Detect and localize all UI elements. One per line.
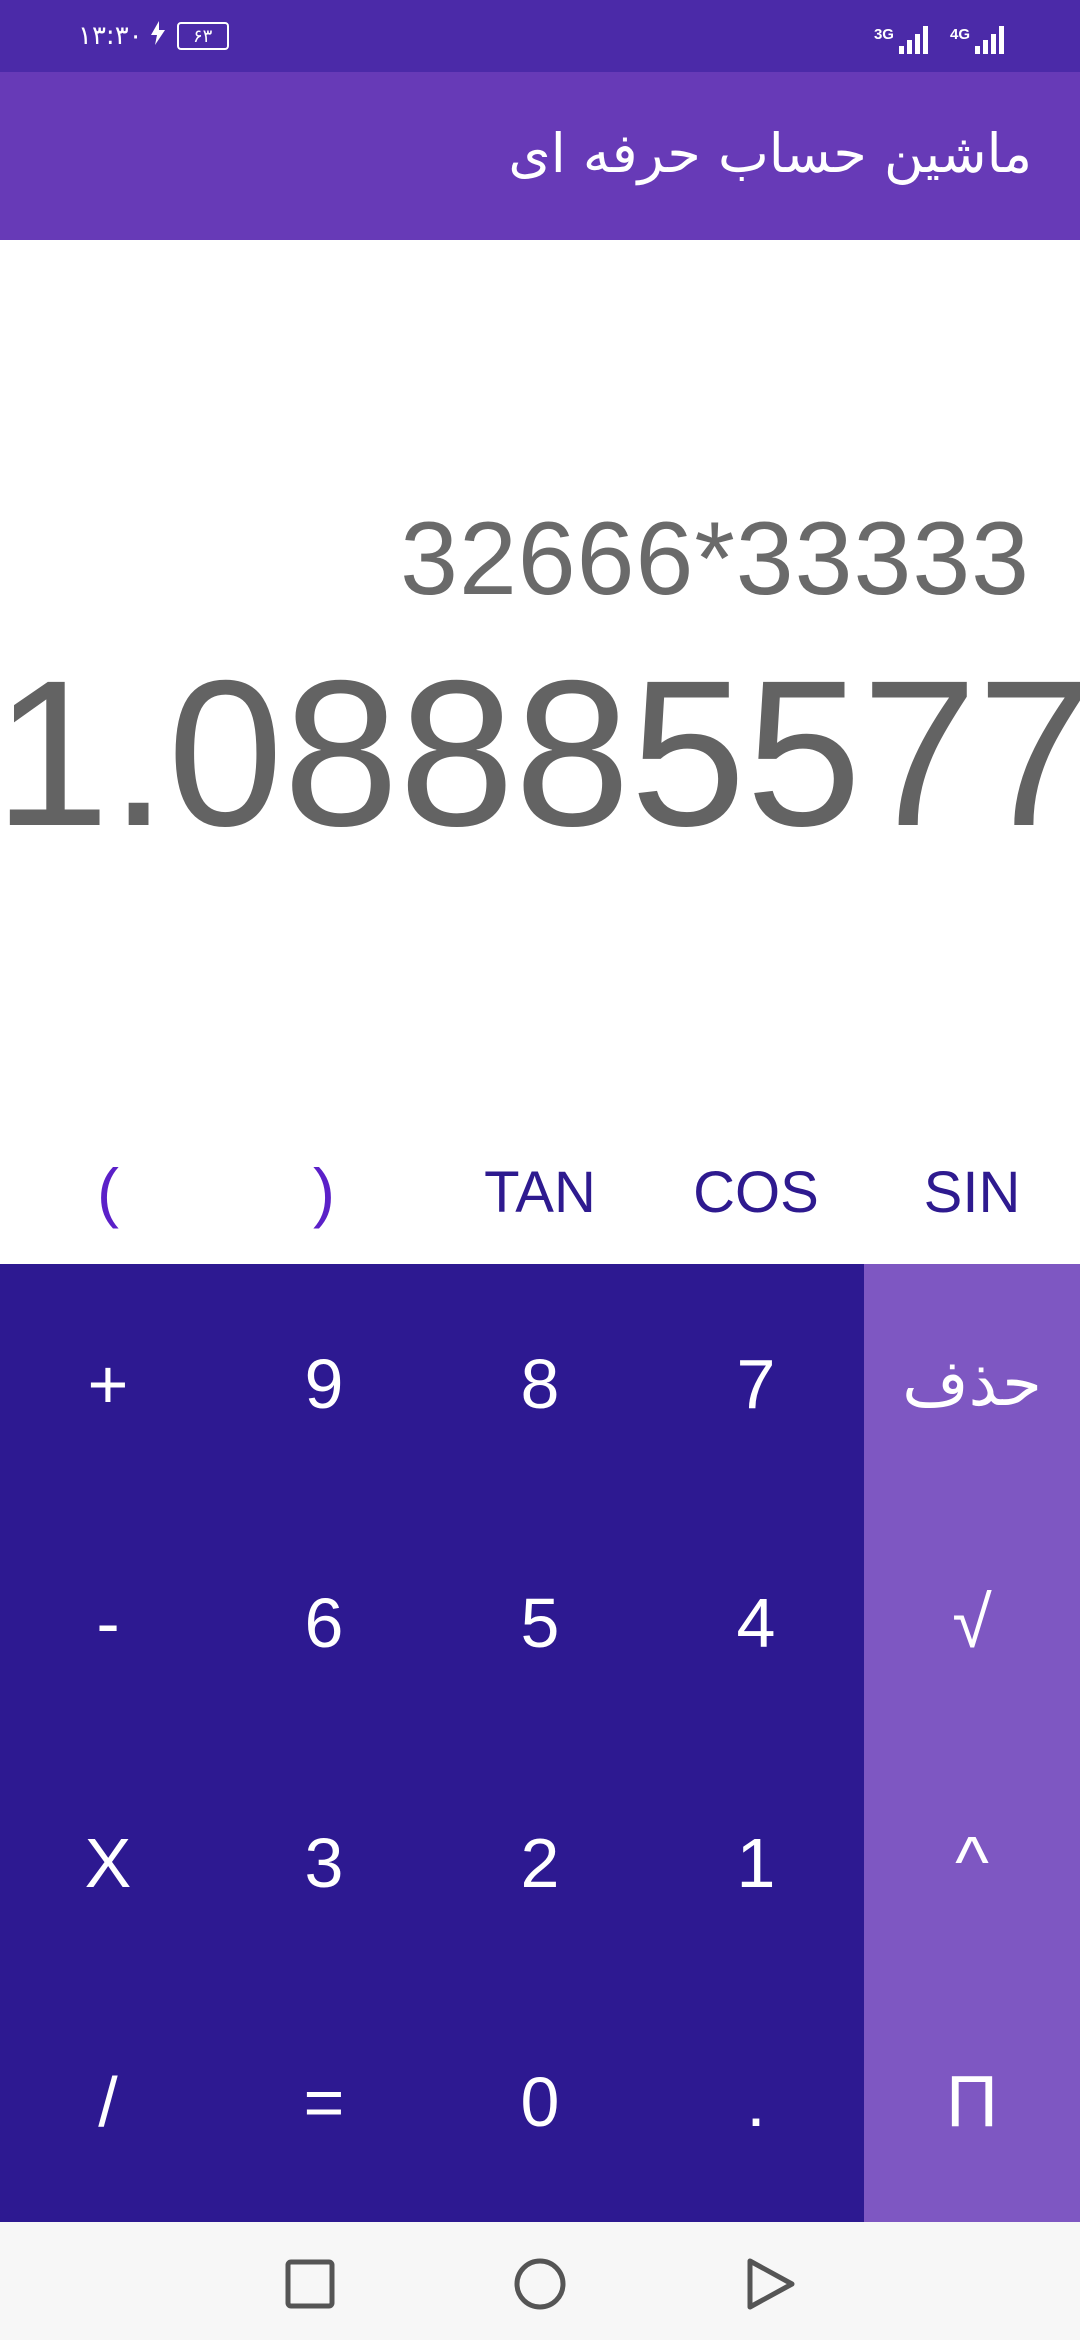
decimal-point-button[interactable]: . bbox=[648, 1983, 864, 2223]
divide-button[interactable]: / bbox=[0, 1983, 216, 2223]
digit-4-button[interactable]: 4 bbox=[648, 1504, 864, 1744]
square-recent-icon[interactable] bbox=[282, 2256, 338, 2312]
scientific-row: ( ) TAN COS SIN bbox=[0, 1120, 1080, 1264]
battery-level: ۶۳ bbox=[192, 25, 213, 47]
triangle-back-icon[interactable] bbox=[742, 2256, 798, 2312]
battery-icon: ۶۳ bbox=[176, 22, 229, 50]
digit-5-button[interactable]: 5 bbox=[432, 1504, 648, 1744]
cos-button[interactable]: COS bbox=[648, 1120, 864, 1264]
delete-button[interactable]: حذف bbox=[864, 1264, 1080, 1504]
digit-0-button[interactable]: 0 bbox=[432, 1983, 648, 2223]
side-keypad: حذف √ ^ Π bbox=[864, 1264, 1080, 2222]
status-right: 3G 4G bbox=[874, 18, 1004, 54]
result-display: 1.088855778 bbox=[0, 650, 1080, 858]
pi-button[interactable]: Π bbox=[864, 1983, 1080, 2223]
close-paren-button[interactable]: ) bbox=[216, 1120, 432, 1264]
charging-icon bbox=[150, 20, 165, 52]
sin-button[interactable]: SIN bbox=[864, 1120, 1080, 1264]
network-type-3g: 3G bbox=[873, 26, 894, 43]
digit-3-button[interactable]: 3 bbox=[216, 1743, 432, 1983]
calculator-screen: ۱۳:۳۰ ۶۳ 3G 4G ماشین حساب حرفه ای 32666*… bbox=[0, 0, 1080, 2340]
network-type-4g: 4G bbox=[949, 26, 970, 43]
status-left: ۱۳:۳۰ ۶۳ bbox=[78, 16, 229, 56]
open-paren-button[interactable]: ( bbox=[0, 1120, 216, 1264]
signal-4g-icon: 4G bbox=[950, 26, 1004, 54]
digit-7-button[interactable]: 7 bbox=[648, 1264, 864, 1504]
signal-3g-icon: 3G bbox=[874, 26, 928, 54]
expression-display: 32666*33333 bbox=[400, 501, 1030, 617]
circle-home-icon[interactable] bbox=[512, 2256, 568, 2312]
status-bar: ۱۳:۳۰ ۶۳ 3G 4G bbox=[0, 0, 1080, 72]
multiply-button[interactable]: X bbox=[0, 1743, 216, 1983]
keypad: + 9 8 7 - 6 5 4 X 3 2 1 / = 0 . bbox=[0, 1264, 864, 2222]
app-title: ماشین حساب حرفه ای bbox=[508, 122, 1032, 185]
plus-button[interactable]: + bbox=[0, 1264, 216, 1504]
digit-9-button[interactable]: 9 bbox=[216, 1264, 432, 1504]
minus-button[interactable]: - bbox=[0, 1504, 216, 1744]
sqrt-button[interactable]: √ bbox=[864, 1504, 1080, 1744]
digit-2-button[interactable]: 2 bbox=[432, 1743, 648, 1983]
status-time: ۱۳:۳۰ bbox=[78, 21, 143, 51]
digit-6-button[interactable]: 6 bbox=[216, 1504, 432, 1744]
navigation-bar bbox=[0, 2222, 1080, 2340]
digit-8-button[interactable]: 8 bbox=[432, 1264, 648, 1504]
tan-button[interactable]: TAN bbox=[432, 1120, 648, 1264]
app-bar: ماشین حساب حرفه ای bbox=[0, 72, 1080, 240]
power-button[interactable]: ^ bbox=[864, 1743, 1080, 1983]
equals-button[interactable]: = bbox=[216, 1983, 432, 2223]
digit-1-button[interactable]: 1 bbox=[648, 1743, 864, 1983]
